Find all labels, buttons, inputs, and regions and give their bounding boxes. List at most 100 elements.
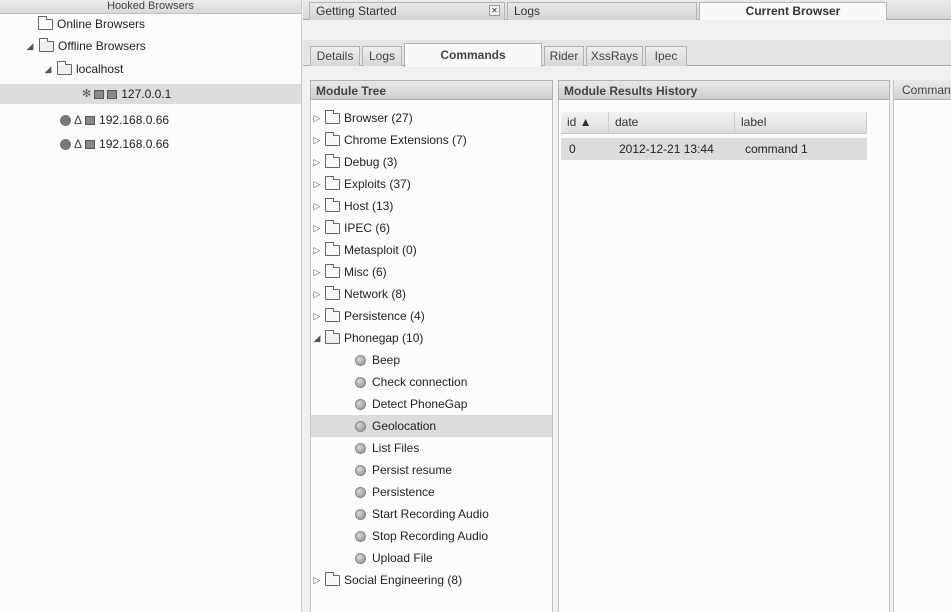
module-item[interactable]: Check connection (311, 371, 552, 393)
expand-arrow-icon[interactable]: ▷ (312, 173, 322, 195)
flask-icon: Δ (74, 113, 83, 127)
category-host[interactable]: ▷ Host (13) (311, 195, 552, 217)
tab-label: Logs (514, 4, 541, 18)
table-row[interactable]: 0 2012-12-21 13:44 command 1 (561, 138, 867, 160)
category-label: Metasploit (0) (344, 243, 417, 257)
expand-arrow-icon[interactable]: ▷ (312, 195, 322, 217)
category-label: Misc (6) (344, 265, 387, 279)
linux-icon: ✻ (82, 88, 92, 100)
browser-sub-tab-bar: Details Logs Commands Rider XssRays Ipec (303, 40, 951, 67)
module-label: Check connection (372, 375, 468, 389)
tab-getting-started[interactable]: Getting Started ✕ (309, 2, 505, 20)
module-icon (355, 420, 366, 432)
module-icon (355, 486, 366, 498)
main-tab-bar: Getting Started ✕ Logs Current Browser (303, 0, 951, 20)
module-label: Persist resume (372, 463, 453, 477)
module-item[interactable]: Persistence (311, 481, 552, 503)
module-item-selected[interactable]: Geolocation (311, 415, 552, 437)
category-label: Phonegap (10) (344, 331, 424, 345)
results-grid: id ▲ date label 0 2012-12-21 13:44 comma… (558, 100, 890, 612)
category-debug[interactable]: ▷ Debug (3) (311, 151, 552, 173)
category-network[interactable]: ▷ Network (8) (311, 283, 552, 305)
computer-icon (107, 89, 118, 99)
folder-icon (325, 263, 340, 278)
category-label: Exploits (37) (344, 177, 411, 191)
expand-arrow-icon[interactable]: ◢ (43, 59, 53, 79)
column-header-date[interactable]: date (609, 112, 735, 134)
category-browser[interactable]: ▷ Browser (27) (311, 107, 552, 129)
category-label: IPEC (6) (344, 221, 391, 235)
collapse-arrow-icon[interactable]: ◢ (312, 327, 322, 349)
category-label: Host (13) (344, 199, 394, 213)
module-icon (355, 552, 366, 564)
results-header: Module Results History (558, 80, 890, 100)
flask-icon: Δ (74, 137, 83, 151)
tab-rider[interactable]: Rider (544, 46, 584, 66)
folder-icon (325, 285, 340, 300)
module-label: Beep (372, 353, 401, 367)
online-browsers-node[interactable]: Online Browsers (38, 14, 145, 34)
module-item[interactable]: Detect PhoneGap (311, 393, 552, 415)
computer-icon (85, 115, 96, 125)
computer-icon (85, 139, 96, 149)
hooked-browsers-panel: Hooked Browsers Online Browsers ◢ Offlin… (0, 0, 302, 612)
module-item[interactable]: Persist resume (311, 459, 552, 481)
offline-browsers-node[interactable]: ◢ Offline Browsers (25, 36, 146, 56)
expand-arrow-icon[interactable]: ▷ (312, 239, 322, 261)
command-panel: Command (893, 80, 951, 612)
expand-arrow-icon[interactable]: ▷ (312, 217, 322, 239)
globe-icon (60, 138, 71, 150)
category-chrome-extensions[interactable]: ▷ Chrome Extensions (7) (311, 129, 552, 151)
folder-open-icon (57, 60, 72, 75)
column-header-label[interactable]: label (735, 112, 867, 134)
module-item[interactable]: Upload File (311, 547, 552, 569)
expand-arrow-icon[interactable]: ◢ (25, 36, 35, 56)
expand-arrow-icon[interactable]: ▷ (312, 283, 322, 305)
module-tree: ▷ Browser (27) ▷ Chrome Extensions (7) ▷… (310, 100, 553, 612)
category-ipec[interactable]: ▷ IPEC (6) (311, 217, 552, 239)
tab-current-browser[interactable]: Current Browser (699, 2, 887, 20)
tab-label: Getting Started (316, 4, 397, 18)
category-persistence[interactable]: ▷ Persistence (4) (311, 305, 552, 327)
category-phonegap[interactable]: ◢ Phonegap (10) (311, 327, 552, 349)
tab-logs[interactable]: Logs (507, 2, 697, 20)
folder-icon (325, 307, 340, 322)
folder-icon (325, 131, 340, 146)
module-item[interactable]: Start Recording Audio (311, 503, 552, 525)
tab-ipec[interactable]: Ipec (645, 46, 687, 66)
category-label: Chrome Extensions (7) (344, 133, 467, 147)
module-item[interactable]: List Files (311, 437, 552, 459)
tab-xssrays[interactable]: XssRays (586, 46, 643, 66)
column-header-id[interactable]: id ▲ (561, 112, 609, 134)
folder-icon (325, 109, 340, 124)
session-ip: 192.168.0.66 (99, 137, 170, 151)
module-label: Stop Recording Audio (372, 529, 489, 543)
folder-icon (38, 15, 53, 30)
globe-icon (60, 114, 71, 126)
session-row[interactable]: Δ 192.168.0.66 (60, 110, 169, 130)
category-social-engineering[interactable]: ▷ Social Engineering (8) (311, 569, 552, 591)
folder-icon (325, 571, 340, 586)
expand-arrow-icon[interactable]: ▷ (312, 151, 322, 173)
expand-arrow-icon[interactable]: ▷ (312, 261, 322, 283)
expand-arrow-icon[interactable]: ▷ (312, 129, 322, 151)
cell-date: 2012-12-21 13:44 (619, 142, 714, 156)
category-misc[interactable]: ▷ Misc (6) (311, 261, 552, 283)
module-item[interactable]: Stop Recording Audio (311, 525, 552, 547)
expand-arrow-icon[interactable]: ▷ (312, 305, 322, 327)
category-exploits[interactable]: ▷ Exploits (37) (311, 173, 552, 195)
expand-arrow-icon[interactable]: ▷ (312, 107, 322, 129)
category-metasploit[interactable]: ▷ Metasploit (0) (311, 239, 552, 261)
category-label: Persistence (4) (344, 309, 425, 323)
expand-arrow-icon[interactable]: ▷ (312, 569, 322, 591)
session-icons: Δ (60, 134, 96, 154)
session-row[interactable]: ✻ 127.0.0.1 (0, 84, 301, 104)
module-item[interactable]: Beep (311, 349, 552, 371)
tab-details[interactable]: Details (310, 46, 360, 66)
session-row[interactable]: Δ 192.168.0.66 (60, 134, 169, 154)
close-tab-icon[interactable]: ✕ (489, 5, 500, 16)
tab-commands[interactable]: Commands (404, 43, 542, 67)
tab-logs[interactable]: Logs (362, 46, 402, 66)
cell-id: 0 (569, 142, 576, 156)
localhost-node[interactable]: ◢ localhost (43, 59, 123, 79)
